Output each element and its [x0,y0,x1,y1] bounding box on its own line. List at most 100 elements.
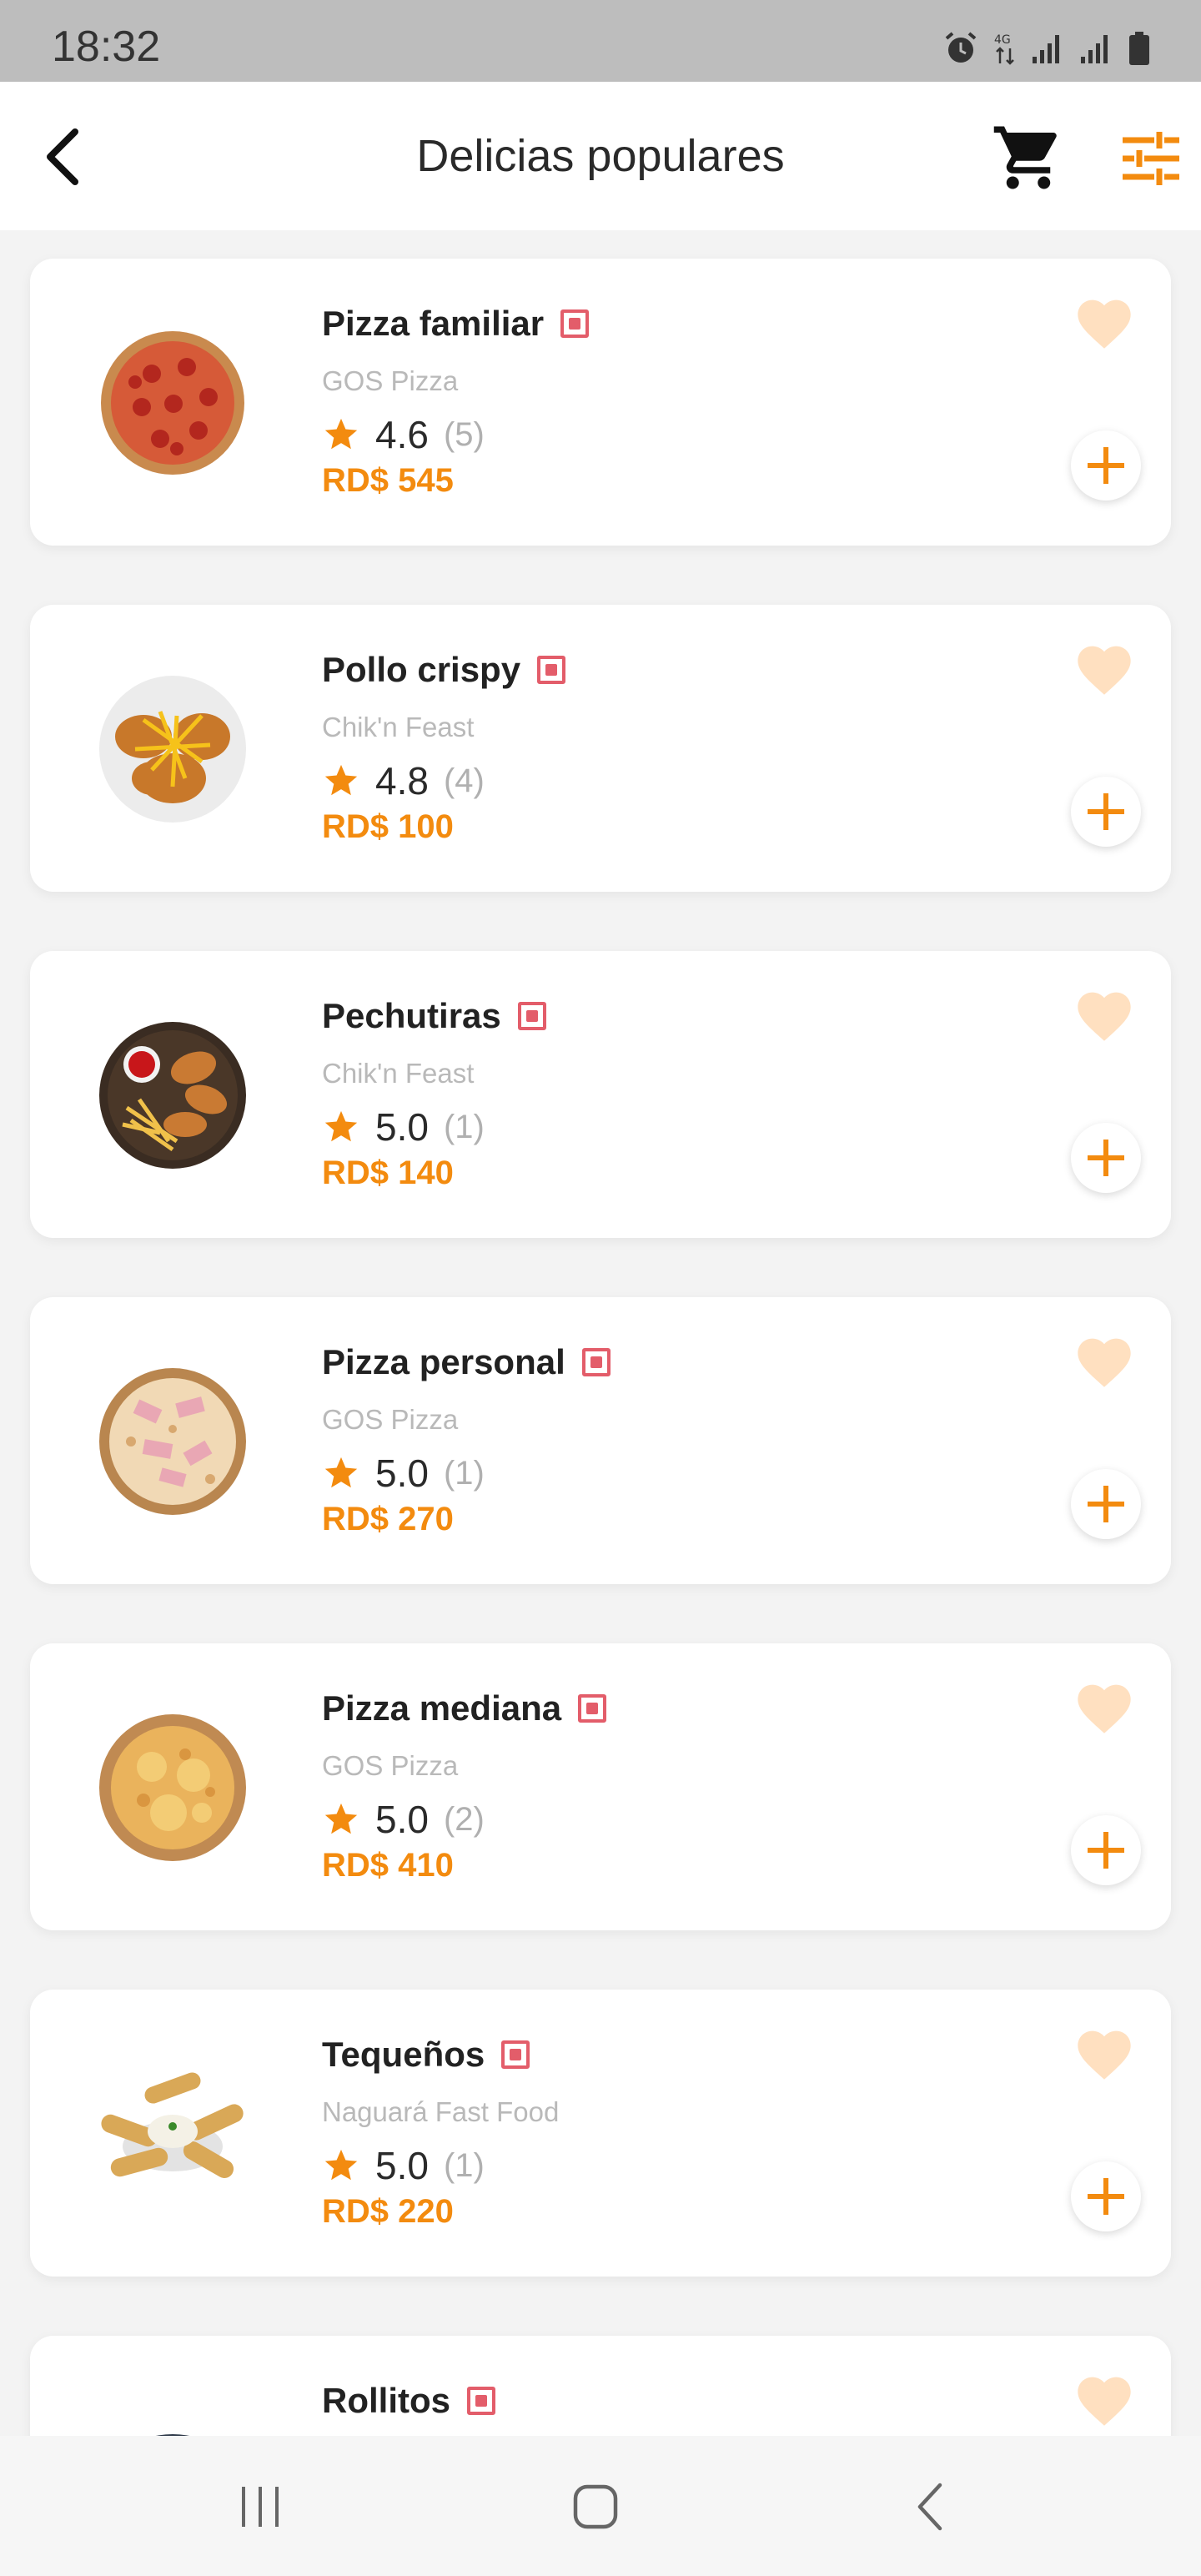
rating-value: 5.0 [375,1105,429,1149]
product-card[interactable]: Pechutiras Chik'n Feast 5.0 (1) RD$ 140 [30,951,1171,1238]
food-image [99,676,246,823]
add-to-cart-button[interactable] [1071,430,1141,501]
product-card[interactable]: Pizza personal GOS Pizza 5.0 (1) RD$ 270 [30,1297,1171,1584]
restaurant-name: Chik'n Feast [322,1058,475,1089]
star-icon [324,1803,358,1834]
product-card[interactable]: Tequeños Naguará Fast Food 5.0 (1) RD$ 2… [30,1990,1171,2277]
product-name: Pizza familiar [322,304,545,343]
plus-icon [1088,2178,1124,2215]
restaurant-name: Naguará Fast Food [322,2096,560,2127]
rating-row: 5.0 (1) [322,2143,485,2188]
home-button[interactable] [554,2469,637,2544]
name-row: Pechutiras [322,996,546,1036]
star-icon [324,1457,358,1488]
product-name: Pechutiras [322,996,501,1035]
filter-button[interactable] [1118,125,1184,192]
rating-count: (1) [443,2146,485,2184]
heart-icon [1078,992,1131,1041]
alarm-icon [945,32,977,63]
cart-button[interactable] [991,120,1066,195]
heart-icon [1078,2377,1131,2426]
signal-icon [1033,35,1059,63]
product-card[interactable]: Pizza familiar GOS Pizza 4.6 (5) RD$ 545 [30,259,1171,546]
app-header: Delicias populares [0,82,1201,230]
status-icons: 4G [942,30,1151,67]
home-icon [573,2484,618,2529]
name-row: Pizza mediana [322,1688,607,1728]
name-row: Pollo crispy [322,650,566,690]
rating-count: (1) [443,1108,485,1145]
product-card[interactable]: Rollitos [30,2336,1171,2436]
favorite-button[interactable] [1073,2023,1136,2081]
price: RD$ 220 [322,2193,454,2230]
sliders-icon [1123,132,1179,185]
system-back-button[interactable] [889,2469,972,2544]
add-to-cart-button[interactable] [1071,1123,1141,1193]
product-card[interactable]: Pizza mediana GOS Pizza 5.0 (2) RD$ 410 [30,1643,1171,1930]
star-icon [324,1110,358,1142]
recents-button[interactable] [219,2469,302,2544]
favorite-button[interactable] [1073,2369,1136,2428]
rating-value: 5.0 [375,1798,429,1841]
restaurant-name: GOS Pizza [322,365,459,396]
name-row: Pizza familiar [322,304,590,344]
food-image [101,331,244,475]
star-icon [324,418,358,450]
food-type-badge [501,2040,530,2069]
food-image [99,1714,246,1861]
restaurant-name: GOS Pizza [322,1404,459,1435]
rating-count: (1) [443,1454,485,1492]
favorite-button[interactable] [1073,292,1136,350]
heart-icon [1078,299,1131,349]
back-icon [917,2483,942,2531]
rating-value: 4.6 [375,413,429,456]
product-name: Pollo crispy [322,650,521,689]
rating-count: (2) [443,1800,485,1838]
add-to-cart-button[interactable] [1071,2161,1141,2231]
plus-icon [1088,1486,1124,1522]
favorite-button[interactable] [1073,984,1136,1043]
chevron-left-icon [47,128,78,185]
name-row: Pizza personal [322,1342,611,1382]
cart-icon [993,126,1057,189]
price: RD$ 140 [322,1155,454,1191]
add-to-cart-button[interactable] [1071,777,1141,847]
add-to-cart-button[interactable] [1071,1815,1141,1885]
status-time: 18:32 [52,23,161,71]
battery-icon [1129,32,1149,65]
product-name: Pizza mediana [322,1688,562,1728]
plus-icon [1088,447,1124,484]
favorite-button[interactable] [1073,638,1136,697]
rating-value: 5.0 [375,2144,429,2187]
product-name: Tequeños [322,2035,485,2074]
favorite-button[interactable] [1073,1677,1136,1735]
rating-row: 5.0 (2) [322,1797,485,1842]
food-type-badge [581,1348,611,1376]
food-type-badge [560,309,590,338]
product-card[interactable]: Pollo crispy Chik'n Feast 4.8 (4) RD$ 10… [30,605,1171,892]
back-button[interactable] [38,125,92,189]
plus-icon [1088,1140,1124,1176]
product-name: Rollitos [322,2381,450,2420]
favorite-button[interactable] [1073,1331,1136,1389]
food-image [99,1022,246,1169]
plus-icon [1088,1832,1124,1869]
product-list[interactable]: Pizza familiar GOS Pizza 4.6 (5) RD$ 545… [0,230,1201,2436]
product-name: Pizza personal [322,1342,565,1381]
plus-icon [1088,793,1124,830]
system-nav-bar [0,2436,1201,2576]
add-to-cart-button[interactable] [1071,1469,1141,1539]
heart-icon [1078,1684,1131,1733]
data-4g-icon: 4G [994,33,1014,65]
rating-row: 5.0 (1) [322,1451,485,1496]
price: RD$ 270 [322,1501,454,1537]
rating-value: 5.0 [375,1452,429,1495]
restaurant-name: GOS Pizza [322,1750,459,1781]
food-type-badge [467,2387,495,2415]
heart-icon [1078,1338,1131,1387]
star-icon [324,764,358,796]
signal-icon [1081,35,1108,63]
svg-text:4G: 4G [994,33,1011,47]
food-type-badge [537,656,566,684]
heart-icon [1078,646,1131,695]
